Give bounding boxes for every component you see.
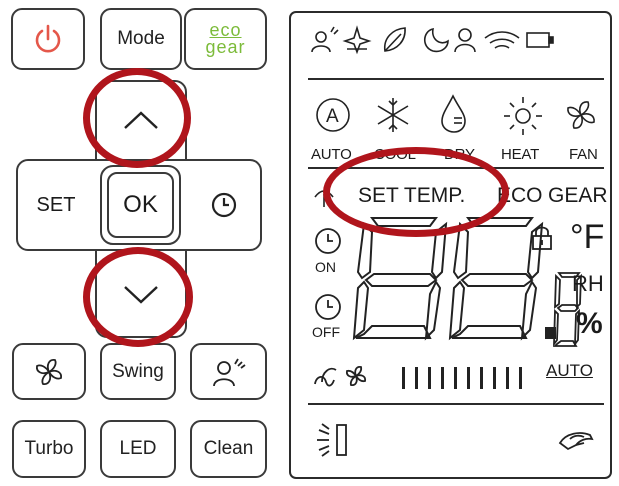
battery-icon — [526, 32, 554, 48]
fan-speed-row-icons — [314, 365, 522, 389]
timer-off-clock-icon — [315, 294, 341, 320]
signal-hand-icon — [558, 432, 594, 451]
mode-button-label: Mode — [117, 28, 165, 49]
wifi-icon — [484, 31, 520, 49]
mode-button[interactable]: Mode — [100, 8, 182, 70]
fan-speed-auto-label: AUTO — [546, 361, 593, 380]
set-button[interactable]: SET — [18, 161, 94, 249]
lcd-top-status-icons — [311, 25, 554, 55]
follow-me-button[interactable] — [190, 343, 267, 400]
highlight-ring-set-temp — [323, 147, 509, 237]
fan-speed-button[interactable] — [12, 343, 86, 400]
mode-label-heat: HEAT — [501, 146, 540, 163]
clean-button[interactable]: Clean — [190, 420, 267, 478]
clock-icon — [211, 192, 237, 218]
swing-button-label: Swing — [112, 360, 164, 382]
mode-label-auto: AUTO — [311, 146, 352, 163]
highlight-ring-up-button — [83, 68, 191, 168]
timer-on-label: ON — [315, 259, 336, 275]
follow-me-status-icon — [311, 26, 339, 53]
auto-mode-icon: A — [316, 98, 350, 132]
sleep-moon-icon — [423, 27, 449, 53]
digit-2 — [448, 217, 544, 341]
eco-gear-label-bottom: gear — [205, 37, 246, 57]
person-icon — [454, 28, 476, 53]
led-button-label: LED — [119, 438, 157, 459]
dry-drop-icon — [441, 94, 466, 133]
highlight-ring-down-button — [83, 247, 193, 347]
swing-button[interactable]: Swing — [100, 343, 176, 400]
lcd-divider-3 — [308, 403, 604, 405]
power-icon — [35, 24, 61, 53]
fan-speed-bars — [402, 367, 522, 389]
turbo-button[interactable]: Turbo — [12, 420, 86, 478]
timer-off-label: OFF — [312, 324, 340, 340]
humidity-rh-label: RH — [572, 271, 604, 296]
turbo-button-label: Turbo — [24, 438, 74, 459]
percent-unit: % — [576, 307, 603, 340]
ok-button[interactable]: OK — [100, 165, 181, 245]
ok-button-label: OK — [123, 191, 158, 218]
timer-button[interactable] — [188, 161, 260, 249]
svg-text:A: A — [326, 106, 339, 127]
mode-label-fan: FAN — [569, 146, 598, 163]
sun-icon — [504, 97, 542, 135]
led-status-icon — [317, 423, 347, 457]
eco-gear-button[interactable]: eco gear — [184, 8, 267, 70]
set-button-label: SET — [36, 193, 76, 216]
lock-icon — [532, 226, 552, 250]
eco-leaf-icon — [383, 27, 406, 52]
fan-icon — [36, 358, 62, 385]
silent-mode-icon — [314, 367, 337, 387]
fahrenheit-unit: °F — [570, 218, 605, 256]
led-button[interactable]: LED — [100, 420, 176, 478]
snowflake-icon — [377, 98, 409, 132]
fan-speed-icon — [345, 365, 367, 387]
gear-indicator-label: GEAR — [548, 184, 608, 207]
timer-on-clock-icon — [315, 228, 341, 254]
lcd-mode-icons: A — [316, 94, 595, 135]
clean-status-icon — [342, 25, 372, 55]
lcd-divider-1 — [308, 78, 604, 80]
power-button[interactable] — [11, 8, 85, 70]
fan-mode-icon — [567, 101, 595, 129]
clean-button-label: Clean — [203, 438, 254, 459]
person-sensor-icon — [212, 358, 246, 386]
